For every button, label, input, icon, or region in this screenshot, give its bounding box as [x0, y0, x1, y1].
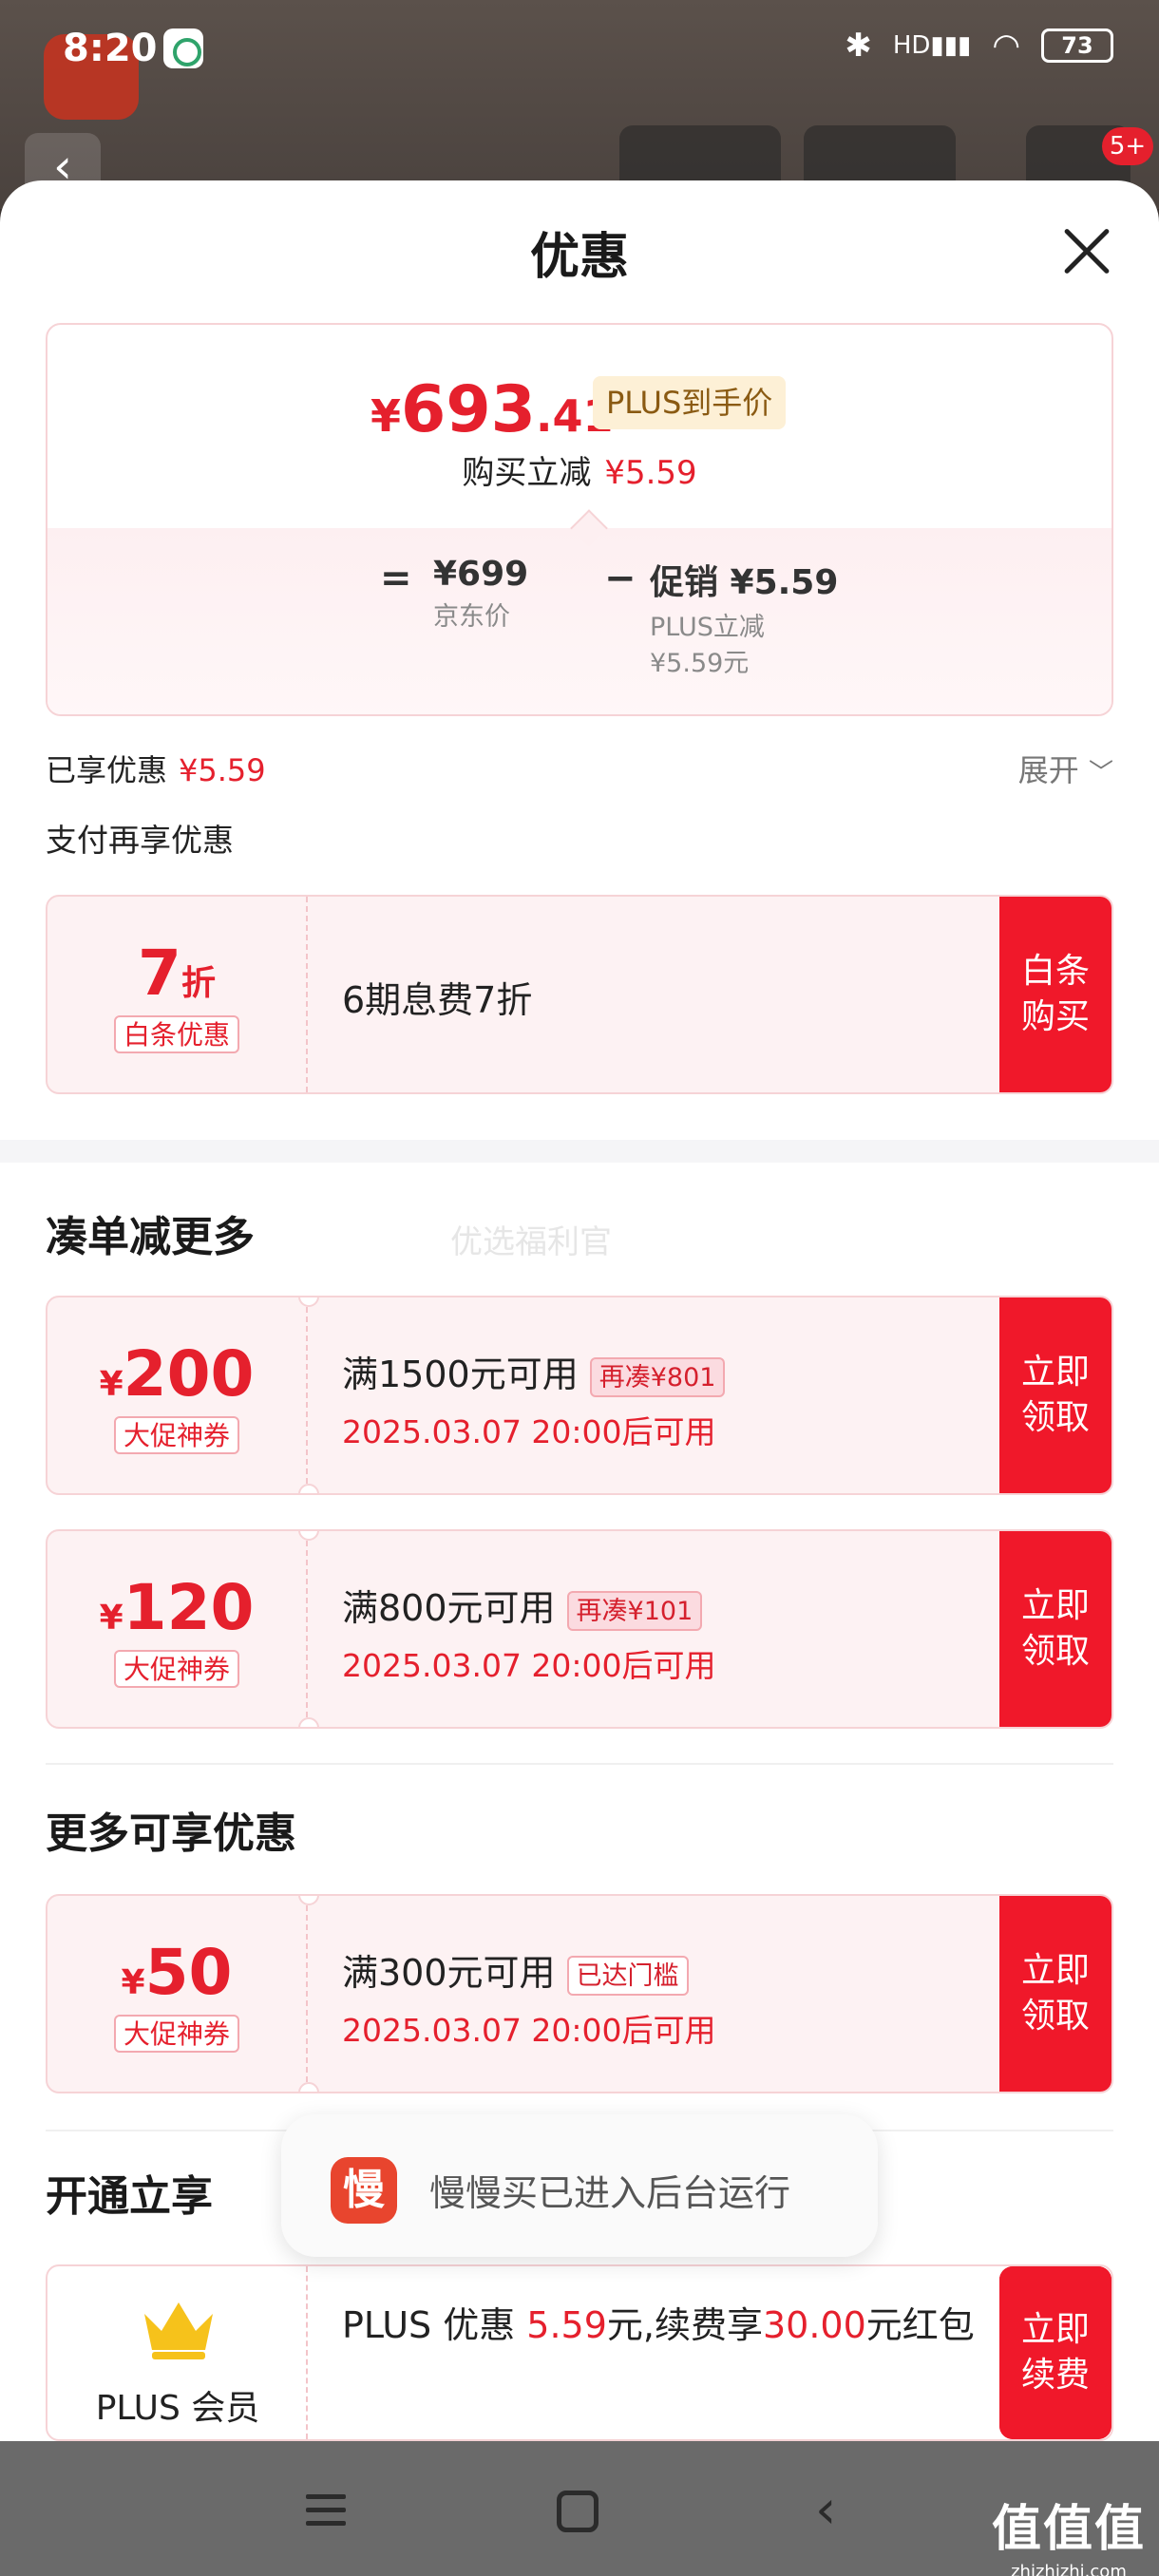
coupon-chip: 再凑¥801	[589, 1356, 726, 1397]
baitiao-desc-wrap: 6期息费7折	[342, 944, 1007, 1023]
status-time: 8:20	[63, 27, 158, 70]
promo-col: 促销 ¥5.59 PLUS立减 ¥5.59元	[650, 555, 838, 682]
coupon-tag: 大促神券	[113, 1650, 239, 1688]
coupon-card: ¥200 大促神券 满1500元可用 再凑¥801 2025.03.07 20:0…	[46, 1296, 1113, 1495]
coupon-condition: 满800元可用 再凑¥101	[342, 1579, 1007, 1631]
more-section-title: 更多可享优惠	[46, 1809, 296, 1858]
notification-app-icon	[163, 28, 203, 68]
plus-member-card: PLUS 会员 PLUS 优惠 5.59元,续费享30.00元红包 立即 续费	[46, 2264, 1113, 2441]
plus-description: PLUS 优惠 5.59元,续费享30.00元红包	[342, 2304, 975, 2346]
section-gap	[0, 1140, 1159, 1163]
renew-button-wrap: 立即 续费	[999, 2266, 1112, 2439]
coupon-left: ¥200 大促神券	[48, 1297, 308, 1493]
coupon-notch	[298, 1484, 319, 1493]
enjoyed-discount: 已享优惠 ¥5.59	[46, 747, 266, 790]
status-icons: ✱ HD▮▮▮ ◠ 73	[845, 27, 1113, 65]
plus-label: PLUS 会员	[95, 2389, 260, 2428]
coupon-condition: 满1500元可用 再凑¥801	[342, 1345, 1007, 1397]
coupon-notch	[298, 1717, 319, 1727]
plus-price-tag: PLUS到手价	[593, 376, 787, 429]
manmanmai-app-icon: 慢	[331, 2157, 397, 2224]
chevron-down-icon: ﹀	[1088, 759, 1113, 787]
watermark-logo-text: 值值值	[991, 2501, 1146, 2558]
enjoyed-label: 已享优惠	[46, 752, 168, 788]
price-card: ¥693.41 PLUS到手价 购买立减 ¥5.59 = ¥699 京东价 − 促…	[46, 323, 1113, 716]
coupon-notch	[298, 2082, 319, 2092]
claim-button[interactable]: 立即 领取	[999, 1896, 1112, 2092]
coupon-left: ¥50 大促神券	[48, 1896, 308, 2092]
coupon-time: 2025.03.07 20:00后可用	[342, 2012, 716, 2049]
price-summary: ¥693.41 PLUS到手价 购买立减 ¥5.59	[48, 325, 1112, 528]
cart-badge: 5+	[1102, 127, 1153, 165]
coupon-amount: ¥200	[99, 1337, 255, 1411]
claim-button[interactable]: 立即 领取	[999, 1297, 1112, 1493]
open-section-title: 开通立享	[46, 2172, 213, 2221]
discount-sheet: 优惠 ¥693.41 PLUS到手价 购买立减 ¥5.59 = ¥699 京东价 …	[0, 180, 1159, 2441]
reduce-label: 购买立减	[462, 454, 592, 492]
reduce-value: ¥5.59	[604, 454, 697, 492]
crown-icon	[144, 2302, 213, 2359]
coupon-amount: ¥120	[99, 1571, 255, 1644]
background-toast: 慢 慢慢买已进入后台运行	[281, 2114, 878, 2257]
final-price: ¥693.41	[370, 372, 613, 447]
expand-label: 展开	[1017, 752, 1079, 788]
jd-price: ¥699	[433, 555, 529, 594]
coupon-card: ¥50 大促神券 满300元可用 已达门槛 2025.03.07 20:00后可用…	[46, 1894, 1113, 2093]
baitiao-tag: 白条优惠	[113, 1015, 239, 1053]
bluetooth-icon: ✱	[845, 27, 872, 65]
coupon-info: 满1500元可用 再凑¥801 2025.03.07 20:00后可用	[342, 1345, 1007, 1452]
claim-button[interactable]: 立即 领取	[999, 1531, 1112, 1727]
jd-price-col: ¥699 京东价	[433, 555, 528, 635]
promo-label: PLUS立减 ¥5.59元	[650, 613, 765, 678]
toast-text: 慢慢买已进入后台运行	[429, 2172, 791, 2214]
price-currency: ¥	[370, 390, 402, 442]
wifi-icon: ◠	[992, 27, 1020, 65]
expand-button[interactable]: 展开 ﹀	[1018, 747, 1113, 790]
baitiao-discount: 7折	[138, 937, 216, 1010]
coupon-time: 2025.03.07 20:00后可用	[342, 1647, 716, 1684]
coupon-chip: 再凑¥101	[566, 1590, 703, 1631]
price-breakdown: = ¥699 京东价 − 促销 ¥5.59 PLUS立减 ¥5.59元	[48, 528, 1112, 714]
divider	[46, 1763, 1113, 1765]
status-bar: 8:20 ✱ HD▮▮▮ ◠ 73	[0, 0, 1159, 104]
coupon-card: ¥120 大促神券 满800元可用 再凑¥101 2025.03.07 20:00…	[46, 1529, 1113, 1729]
minus-sign: −	[604, 557, 636, 600]
equals-sign: =	[380, 557, 412, 600]
pay-more-label: 支付再享优惠	[46, 822, 234, 859]
coupon-time: 2025.03.07 20:00后可用	[342, 1413, 716, 1450]
coupon-tag: 大促神券	[113, 2015, 239, 2053]
baitiao-buy-button[interactable]: 白条 购买	[999, 897, 1112, 1092]
corner-watermark: 值值值 zhizhizhi.com	[992, 2489, 1146, 2576]
coupon-info: 满300元可用 已达门槛 2025.03.07 20:00后可用	[342, 1943, 1007, 2051]
system-nav-bar: ‹ 值值值 zhizhizhi.com	[0, 2441, 1159, 2576]
watermark-text: 优选福利官	[450, 1223, 612, 1261]
home-icon[interactable]	[557, 2491, 598, 2532]
renew-button[interactable]: 立即 续费	[999, 2266, 1112, 2439]
plus-left: PLUS 会员	[48, 2266, 308, 2439]
watermark-url: zhizhizhi.com	[1011, 2562, 1127, 2576]
coupon-left: ¥120 大促神券	[48, 1531, 308, 1727]
jd-price-label: 京东价	[433, 602, 510, 632]
coupon-tag: 大促神券	[113, 1416, 239, 1454]
sheet-title: 优惠	[529, 229, 629, 286]
reduce-line: 购买立减 ¥5.59	[48, 446, 1112, 493]
baitiao-left: 7折 白条优惠	[48, 897, 308, 1092]
battery-icon: 73	[1041, 28, 1113, 63]
enjoyed-value: ¥5.59	[179, 752, 266, 788]
coupon-chip: 已达门槛	[566, 1955, 689, 1996]
close-icon[interactable]	[1060, 224, 1113, 277]
price-integer: 693	[401, 372, 536, 447]
menu-icon[interactable]	[306, 2494, 346, 2527]
promo-value: 促销 ¥5.59	[650, 563, 839, 602]
coupon-condition: 满300元可用 已达门槛	[342, 1943, 1007, 1996]
nav-back-icon[interactable]: ‹	[815, 2484, 836, 2537]
bundle-section-title: 凑单减更多	[46, 1213, 255, 1261]
coupon-amount: ¥50	[121, 1936, 233, 2009]
coupon-info: 满800元可用 再凑¥101 2025.03.07 20:00后可用	[342, 1579, 1007, 1686]
baitiao-card: 7折 白条优惠 6期息费7折 白条 购买	[46, 895, 1113, 1094]
signal-icon: HD▮▮▮	[892, 31, 972, 60]
baitiao-desc: 6期息费7折	[342, 979, 533, 1021]
